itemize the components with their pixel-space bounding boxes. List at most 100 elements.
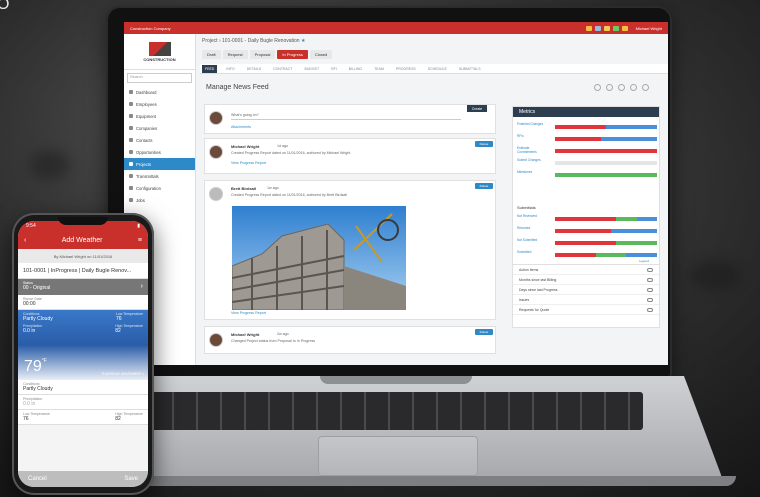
action-row[interactable]: Issues — [513, 295, 659, 305]
toggle-icon[interactable] — [647, 267, 653, 272]
lowtemp-field[interactable]: Low Temperature 76 — [116, 312, 143, 322]
sidebar-item-opportunities[interactable]: Opportunities — [124, 146, 195, 158]
sidebar-item-companies[interactable]: Companies — [124, 122, 195, 134]
sidebar-item-employees[interactable]: Employees — [124, 98, 195, 110]
mail-icon[interactable] — [621, 25, 628, 31]
sidebar-item-label: Transmittals — [136, 173, 159, 179]
delete-post-button[interactable]: Delete — [475, 329, 493, 335]
sidebar-item-equipment[interactable]: Equipment — [124, 110, 195, 122]
alert-icon[interactable] — [603, 25, 610, 31]
tab-billing[interactable]: BILLING — [346, 65, 365, 73]
post-link[interactable]: View Progress Report — [231, 161, 266, 165]
sidebar-search[interactable]: Search — [127, 73, 192, 83]
tab-details[interactable]: DETAILS — [244, 65, 264, 73]
delete-post-button[interactable]: Delete — [475, 183, 493, 189]
cancel-button[interactable]: Cancel — [28, 476, 47, 482]
tab-submittals[interactable]: SUBMITTALS — [456, 65, 484, 73]
report-date-field[interactable]: Report Date 00:00 — [18, 295, 148, 310]
conditions-field[interactable]: Conditions Partly Cloudy — [23, 312, 53, 322]
workflow-step[interactable]: Closed — [309, 50, 333, 59]
action-row[interactable]: Days since last Progress — [513, 285, 659, 295]
breadcrumb-root[interactable]: Project — [202, 38, 218, 44]
user-name[interactable]: Michael Wright — [636, 26, 662, 31]
delete-post-button[interactable]: Delete — [475, 141, 493, 147]
task-icon[interactable] — [612, 25, 619, 31]
add-icon[interactable] — [594, 84, 601, 91]
post-link[interactable]: View Progress Report — [231, 311, 266, 315]
logo[interactable]: CONSTRUCTION — [124, 34, 195, 70]
metric-row[interactable]: Milestones — [517, 170, 657, 179]
sidebar-item-label: Contacts — [136, 137, 153, 143]
action-row[interactable]: Requests for Quote — [513, 305, 659, 315]
jobs-icon — [129, 198, 133, 202]
action-row[interactable]: Action Items — [513, 265, 659, 275]
workflow-step[interactable]: Draft — [202, 50, 221, 59]
menu-icon[interactable]: ≡ — [138, 237, 142, 244]
notification-icon[interactable] — [585, 25, 592, 31]
sidebar-item-transmittals[interactable]: Transmittals — [124, 170, 195, 182]
metric-bar — [555, 241, 657, 245]
favorite-star-icon[interactable]: ★ — [301, 38, 305, 44]
metric-row[interactable]: Not Submitted — [517, 238, 657, 247]
sidebar-item-contacts[interactable]: Contacts — [124, 134, 195, 146]
toggle-icon[interactable] — [647, 297, 653, 302]
tab-rfi[interactable]: RFI — [328, 65, 340, 73]
tab-feed[interactable]: FEED — [202, 64, 218, 73]
hightemp-field[interactable]: High Temperature 82 — [115, 324, 143, 334]
field-label: High Temperature — [115, 324, 143, 328]
legend-link[interactable]: Legend — [639, 259, 649, 263]
save-button[interactable]: Save — [124, 476, 138, 482]
metric-bar-segment — [555, 229, 612, 233]
precip2-field[interactable]: Precipitation 0.0 in — [18, 395, 148, 410]
tab-team[interactable]: TEAM — [371, 65, 387, 73]
sidebar-item-projects[interactable]: Projects — [124, 158, 195, 170]
tab-budget[interactable]: BUDGET — [302, 65, 323, 73]
metric-row[interactable]: Submit Changes — [517, 158, 657, 167]
post-button[interactable]: Create — [467, 105, 487, 112]
tab-info[interactable]: INFO — [223, 65, 237, 73]
tab-schedule[interactable]: SCHEDULE — [425, 65, 450, 73]
metric-row[interactable]: RFIs — [517, 134, 657, 143]
post-author[interactable]: Michael Wright — [231, 332, 259, 337]
workflow-step[interactable]: Request — [222, 50, 248, 59]
metric-bar — [555, 173, 657, 177]
topbar-icons — [585, 25, 628, 31]
conditions2-field[interactable]: Conditions Partly Cloudy — [18, 380, 148, 395]
back-arrow-icon[interactable]: ‹ — [24, 237, 26, 244]
workflow-step[interactable]: Proposal — [249, 50, 276, 59]
high2-field[interactable]: High Temperature 82 — [115, 412, 143, 422]
composer-input[interactable]: What's going on? — [231, 113, 461, 120]
phone-project[interactable]: 101-0001 | InProgress | Daily Bugle Reno… — [18, 263, 148, 279]
sidebar-item-configuration[interactable]: Configuration — [124, 182, 195, 194]
sidebar-item-dashboard[interactable]: Dashboard — [124, 86, 195, 98]
more-icon[interactable] — [630, 84, 637, 91]
settings-icon[interactable] — [642, 84, 649, 91]
toggle-icon[interactable] — [647, 277, 653, 282]
metric-row[interactable]: Not Reviewed — [517, 214, 657, 223]
sidebar-item-jobs[interactable]: Jobs — [124, 194, 195, 206]
composer-attachments-link[interactable]: Attachments — [231, 125, 251, 129]
action-label: Months since last Billing — [519, 277, 557, 282]
construction-photo[interactable] — [232, 206, 406, 310]
metric-row[interactable]: Estimate Commitments — [517, 146, 657, 155]
phone-status-select[interactable]: Status 00 - Original › — [18, 279, 148, 295]
message-icon[interactable] — [594, 25, 601, 31]
metric-row[interactable]: Potential Changes — [517, 122, 657, 131]
tab-contract[interactable]: CONTRACT — [270, 65, 295, 73]
post-author[interactable]: Brett Birdsall — [231, 186, 256, 191]
wifi-icon[interactable] — [618, 84, 625, 91]
temps2-field[interactable]: Low Temperature 76 High Temperature 82 — [18, 410, 148, 425]
tab-progress[interactable]: PROGRESS — [393, 65, 419, 73]
corner-text: O — [0, 0, 11, 13]
post-author[interactable]: Michael Wright — [231, 144, 259, 149]
workflow-step[interactable]: In Progress — [277, 50, 308, 59]
action-row[interactable]: Months since last Billing — [513, 275, 659, 285]
metric-row[interactable]: Submitted — [517, 250, 657, 259]
monitor-icon[interactable] — [606, 84, 613, 91]
low2-field[interactable]: Low Temperature 76 — [23, 412, 50, 422]
metric-row[interactable]: Returned — [517, 226, 657, 235]
precip-field[interactable]: Precipitation 0.0 in — [23, 324, 42, 334]
weather-row: Conditions Partly Cloudy Low Temperature 7… — [23, 312, 143, 322]
toggle-icon[interactable] — [647, 287, 653, 292]
toggle-icon[interactable] — [647, 307, 653, 312]
